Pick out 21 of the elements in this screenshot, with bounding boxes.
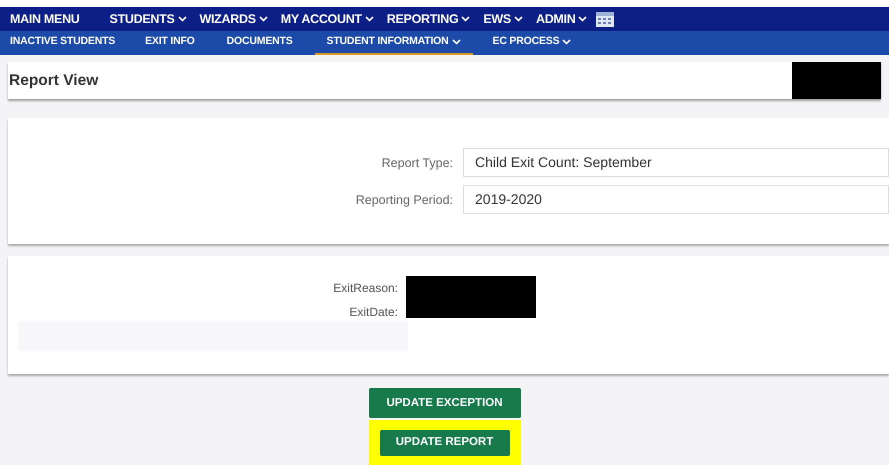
- menu-item[interactable]: EWS: [483, 10, 523, 28]
- field-label: Reporting Period:: [354, 192, 454, 209]
- menu-item[interactable]: REPORTING: [386, 10, 470, 28]
- menu-item[interactable]: MAIN MENU: [10, 10, 80, 28]
- menu-item[interactable]: ADMIN: [536, 10, 588, 28]
- submenu-tab[interactable]: DOCUMENTS: [226, 31, 293, 55]
- field-label: Report Type:: [380, 154, 454, 172]
- input-field[interactable]: Child Exit Count: September: [463, 148, 889, 178]
- menu-item[interactable]: STUDENTS: [110, 10, 186, 28]
- menu-item[interactable]: MY ACCOUNT: [280, 10, 374, 28]
- submenu-tab[interactable]: INACTIVE STUDENTS: [10, 31, 116, 55]
- calendar-icon[interactable]: [595, 10, 616, 28]
- input-field[interactable]: 2019-2020: [463, 185, 889, 214]
- field-label: ExitReason:: [333, 280, 398, 298]
- action-button[interactable]: UPDATE EXCEPTION: [368, 388, 520, 418]
- page-title: Report View: [9, 70, 98, 91]
- menu-item[interactable]: WIZARDS: [200, 10, 268, 28]
- field-label: ExitDate:: [349, 304, 398, 322]
- submenu-tab[interactable]: EC PROCESS: [492, 31, 572, 55]
- action-button[interactable]: UPDATE REPORT: [380, 430, 510, 456]
- submenu-tab[interactable]: EXIT INFO: [145, 31, 195, 55]
